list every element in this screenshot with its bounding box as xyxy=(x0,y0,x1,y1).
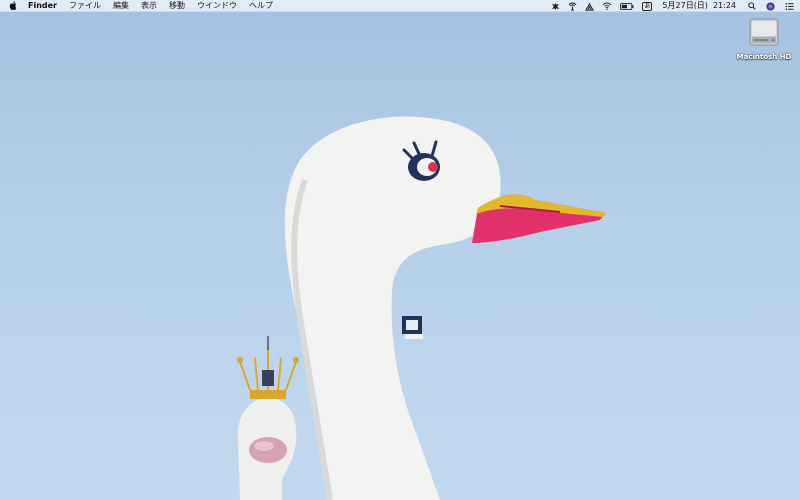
menubar-date[interactable]: 5月27日(日) xyxy=(662,0,708,12)
menu-help[interactable]: ヘルプ xyxy=(249,0,273,12)
macintosh-hd-desktop-icon[interactable]: Macintosh HD xyxy=(735,16,793,66)
menu-file[interactable]: ファイル xyxy=(69,0,101,12)
menubar-time[interactable]: 21:24 xyxy=(713,0,736,12)
apple-logo-icon[interactable] xyxy=(6,0,20,12)
bug-icon[interactable] xyxy=(551,0,560,12)
input-source-label: あ xyxy=(642,1,653,11)
menu-go[interactable]: 移動 xyxy=(169,0,185,12)
menu-view[interactable]: 表示 xyxy=(141,0,157,12)
wallpaper-image xyxy=(237,116,606,500)
siri-icon[interactable] xyxy=(766,0,775,12)
spotlight-search-icon[interactable] xyxy=(748,0,756,12)
menu-window[interactable]: ウインドウ xyxy=(197,0,237,12)
desktop[interactable]: Macintosh HD Finder ファイル 編集 表示 移動 ウインドウ … xyxy=(0,0,800,500)
wifi-icon[interactable] xyxy=(602,0,612,12)
wifi-signal-icon[interactable] xyxy=(585,0,595,12)
small-swan xyxy=(237,336,299,500)
menu-edit[interactable]: 編集 xyxy=(113,0,129,12)
menu-finder[interactable]: Finder xyxy=(28,0,57,12)
battery-icon[interactable] xyxy=(620,0,634,12)
menu-bar: Finder ファイル 編集 表示 移動 ウインドウ ヘルプ あ 5月27日(日… xyxy=(0,0,800,12)
macintosh-hd-label: Macintosh HD xyxy=(736,53,792,61)
hard-drive-icon xyxy=(749,18,779,46)
big-swan xyxy=(284,116,606,500)
input-source-icon[interactable]: あ xyxy=(642,0,653,12)
notification-center-icon[interactable] xyxy=(785,0,794,12)
airdrop-icon[interactable] xyxy=(568,0,577,12)
